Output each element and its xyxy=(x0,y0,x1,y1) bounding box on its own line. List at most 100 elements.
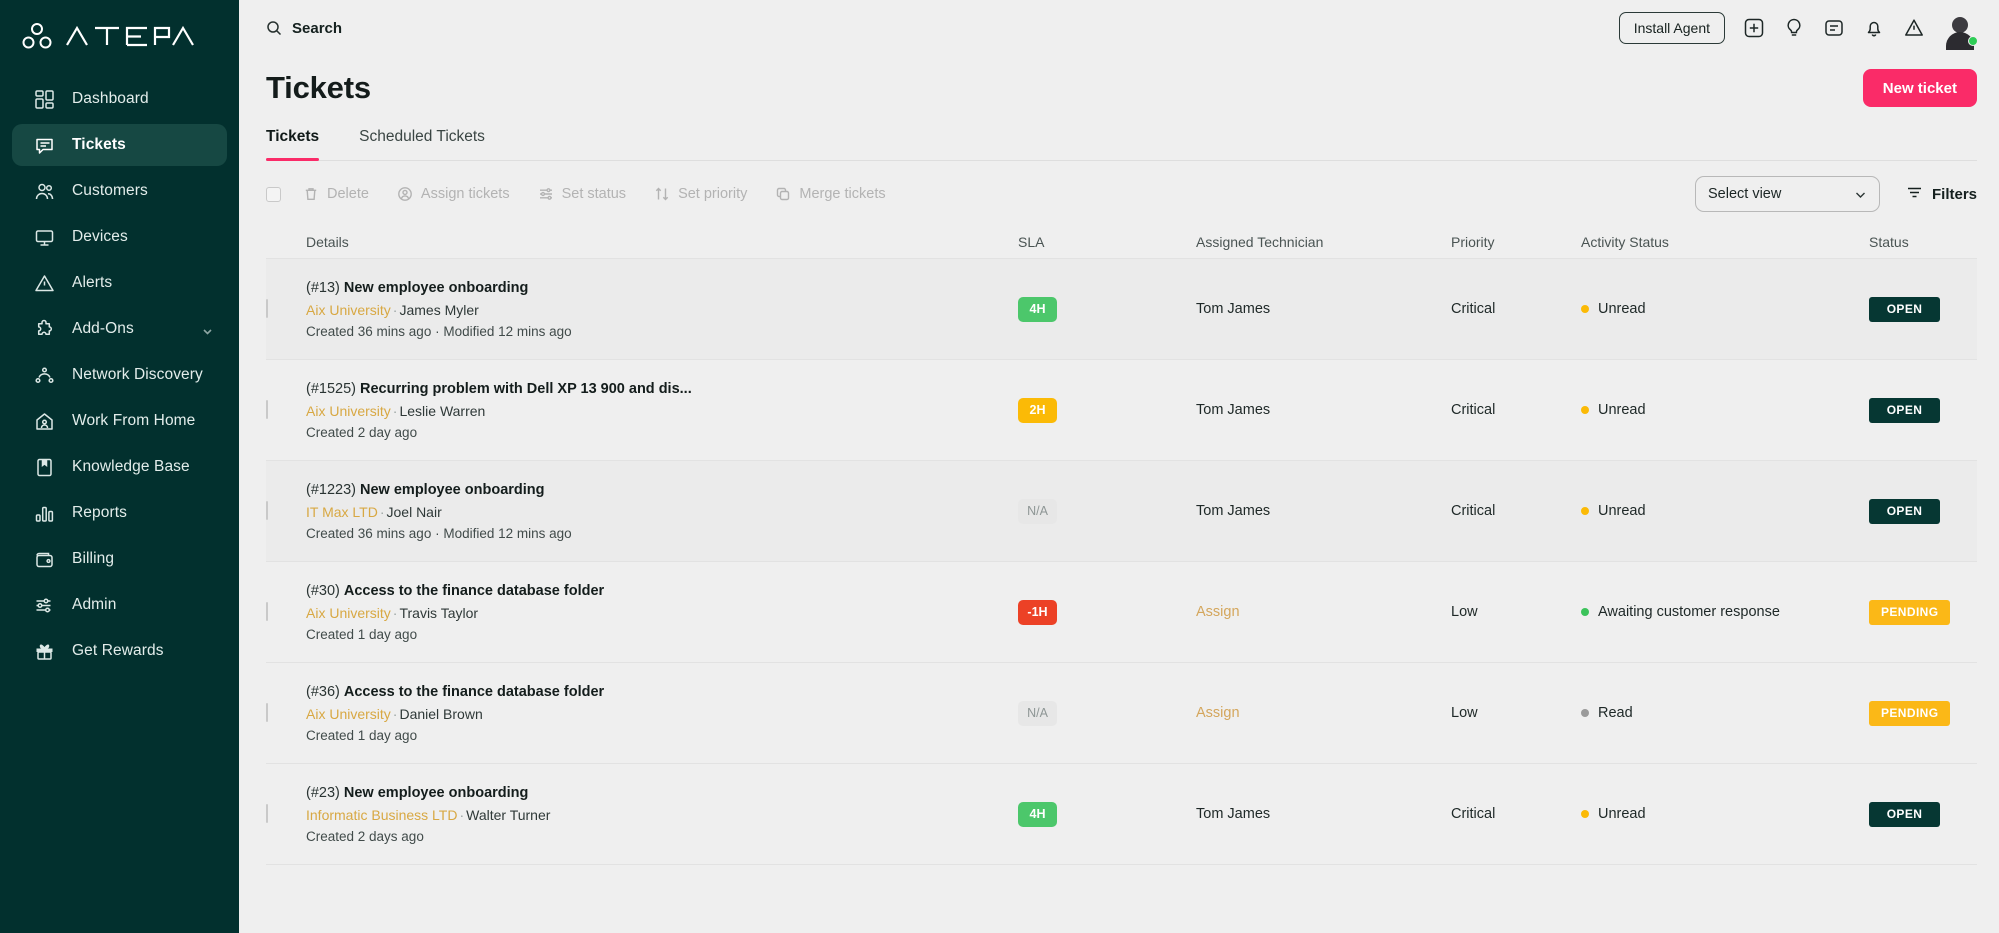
table-body: (#13) New employee onboardingAix Univers… xyxy=(266,259,1977,865)
assign-technician-link[interactable]: Assign xyxy=(1196,604,1451,620)
sla-cell: 4H xyxy=(1018,802,1196,827)
table-row[interactable]: (#30) Access to the finance database fol… xyxy=(266,562,1977,663)
ticket-details-cell[interactable]: (#1525) Recurring problem with Dell XP 1… xyxy=(306,381,1018,440)
row-checkbox[interactable] xyxy=(266,299,268,318)
ticket-meta: Informatic Business LTD·Walter Turner xyxy=(306,807,1000,823)
sidebar-item-dashboard[interactable]: Dashboard xyxy=(12,78,227,120)
column-header-priority[interactable]: Priority xyxy=(1451,234,1581,250)
assign-tickets-button[interactable]: Assign tickets xyxy=(397,186,510,202)
activity-status-cell: Read xyxy=(1581,705,1869,721)
sla-cell: 4H xyxy=(1018,297,1196,322)
row-checkbox-cell xyxy=(266,401,306,419)
column-header-status[interactable]: Status xyxy=(1869,234,1977,250)
sidebar-item-customers[interactable]: Customers xyxy=(12,170,227,212)
sidebar-item-billing[interactable]: Billing xyxy=(12,538,227,580)
ticket-requester: Leslie Warren xyxy=(399,403,485,419)
sidebar-item-add-ons[interactable]: Add-Ons xyxy=(12,308,227,350)
sidebar-item-work-from-home[interactable]: Work From Home xyxy=(12,400,227,442)
sidebar-item-label: Get Rewards xyxy=(72,642,164,660)
sidebar-item-devices[interactable]: Devices xyxy=(12,216,227,258)
column-header-sla[interactable]: SLA xyxy=(1018,234,1196,250)
table-row[interactable]: (#13) New employee onboardingAix Univers… xyxy=(266,259,1977,360)
sla-badge: N/A xyxy=(1018,499,1057,524)
search-input[interactable]: Search xyxy=(266,20,342,37)
sla-badge: 4H xyxy=(1018,297,1057,322)
row-checkbox[interactable] xyxy=(266,501,268,520)
delete-button[interactable]: Delete xyxy=(303,186,369,202)
filters-button[interactable]: Filters xyxy=(1906,184,1977,205)
ticket-customer[interactable]: IT Max LTD xyxy=(306,504,378,520)
feedback-message-icon[interactable] xyxy=(1823,17,1845,39)
ticket-details-cell[interactable]: (#36) Access to the finance database fol… xyxy=(306,684,1018,743)
tab-scheduled-tickets[interactable]: Scheduled Tickets xyxy=(359,128,485,160)
sort-arrows-icon xyxy=(654,186,670,202)
notifications-bell-icon[interactable] xyxy=(1863,17,1885,39)
ticket-meta: Aix University·Daniel Brown xyxy=(306,706,1000,722)
row-checkbox[interactable] xyxy=(266,602,268,621)
tab-tickets[interactable]: Tickets xyxy=(266,128,319,160)
add-plus-icon[interactable] xyxy=(1743,17,1765,39)
trash-icon xyxy=(303,186,319,202)
row-checkbox[interactable] xyxy=(266,400,268,419)
assigned-technician: Tom James xyxy=(1196,402,1451,418)
sidebar-item-label: Admin xyxy=(72,596,116,614)
select-all-checkbox[interactable] xyxy=(266,187,281,202)
table-row[interactable]: (#36) Access to the finance database fol… xyxy=(266,663,1977,764)
dashboard-icon xyxy=(34,89,55,110)
sidebar: Dashboard Tickets xyxy=(0,0,239,933)
set-status-button[interactable]: Set status xyxy=(538,186,626,202)
set-priority-button[interactable]: Set priority xyxy=(654,186,747,202)
row-checkbox[interactable] xyxy=(266,804,268,823)
assign-tickets-label: Assign tickets xyxy=(421,186,510,202)
page-header: Tickets New ticket xyxy=(239,56,1999,110)
sla-cell: -1H xyxy=(1018,600,1196,625)
activity-status-label: Read xyxy=(1598,705,1633,721)
brand-logo[interactable] xyxy=(0,8,239,64)
ticket-subject: New employee onboarding xyxy=(360,482,545,498)
priority-value: Critical xyxy=(1451,301,1581,317)
sidebar-item-alerts[interactable]: Alerts xyxy=(12,262,227,304)
row-checkbox-cell xyxy=(266,603,306,621)
table-row[interactable]: (#1525) Recurring problem with Dell XP 1… xyxy=(266,360,1977,461)
ticket-customer[interactable]: Aix University xyxy=(306,706,391,722)
ticket-id: (#23) xyxy=(306,785,340,801)
sla-cell: 2H xyxy=(1018,398,1196,423)
assign-technician-link[interactable]: Assign xyxy=(1196,705,1451,721)
sidebar-item-network-discovery[interactable]: Network Discovery xyxy=(12,354,227,396)
select-view-dropdown[interactable]: Select view xyxy=(1695,176,1880,212)
ticket-customer[interactable]: Aix University xyxy=(306,403,391,419)
ticket-details-cell[interactable]: (#30) Access to the finance database fol… xyxy=(306,583,1018,642)
sidebar-item-get-rewards[interactable]: Get Rewards xyxy=(12,630,227,672)
main-content: Search Install Agent xyxy=(239,0,1999,933)
ticket-customer[interactable]: Aix University xyxy=(306,302,391,318)
chevron-down-icon xyxy=(1854,188,1867,201)
column-header-assigned-technician[interactable]: Assigned Technician xyxy=(1196,234,1451,250)
ticket-customer[interactable]: Informatic Business LTD xyxy=(306,807,457,823)
warning-triangle-icon[interactable] xyxy=(1903,17,1925,39)
activity-status-cell: Awaiting customer response xyxy=(1581,604,1869,620)
sidebar-item-knowledge-base[interactable]: Knowledge Base xyxy=(12,446,227,488)
sidebar-item-tickets[interactable]: Tickets xyxy=(12,124,227,166)
avatar[interactable] xyxy=(1943,11,1977,45)
ticket-meta: Aix University·James Myler xyxy=(306,302,1000,318)
filters-label: Filters xyxy=(1932,186,1977,203)
ticket-customer[interactable]: Aix University xyxy=(306,605,391,621)
row-checkbox[interactable] xyxy=(266,703,268,722)
ticket-details-cell[interactable]: (#23) New employee onboardingInformatic … xyxy=(306,785,1018,844)
sidebar-item-reports[interactable]: Reports xyxy=(12,492,227,534)
new-ticket-button[interactable]: New ticket xyxy=(1863,69,1977,107)
column-header-details[interactable]: Details xyxy=(306,234,1018,250)
lightbulb-icon[interactable] xyxy=(1783,17,1805,39)
sidebar-item-label: Devices xyxy=(72,228,128,246)
sidebar-item-admin[interactable]: Admin xyxy=(12,584,227,626)
ticket-details-cell[interactable]: (#13) New employee onboardingAix Univers… xyxy=(306,280,1018,339)
merge-tickets-button[interactable]: Merge tickets xyxy=(775,186,885,202)
install-agent-button[interactable]: Install Agent xyxy=(1619,12,1725,44)
ticket-title: (#36) Access to the finance database fol… xyxy=(306,684,1000,700)
ticket-details-cell[interactable]: (#1223) New employee onboardingIT Max LT… xyxy=(306,482,1018,541)
table-row[interactable]: (#1223) New employee onboardingIT Max LT… xyxy=(266,461,1977,562)
chevron-down-icon[interactable] xyxy=(202,324,213,335)
column-header-activity-status[interactable]: Activity Status xyxy=(1581,234,1869,250)
table-row[interactable]: (#23) New employee onboardingInformatic … xyxy=(266,764,1977,865)
sidebar-nav: Dashboard Tickets xyxy=(0,78,239,672)
